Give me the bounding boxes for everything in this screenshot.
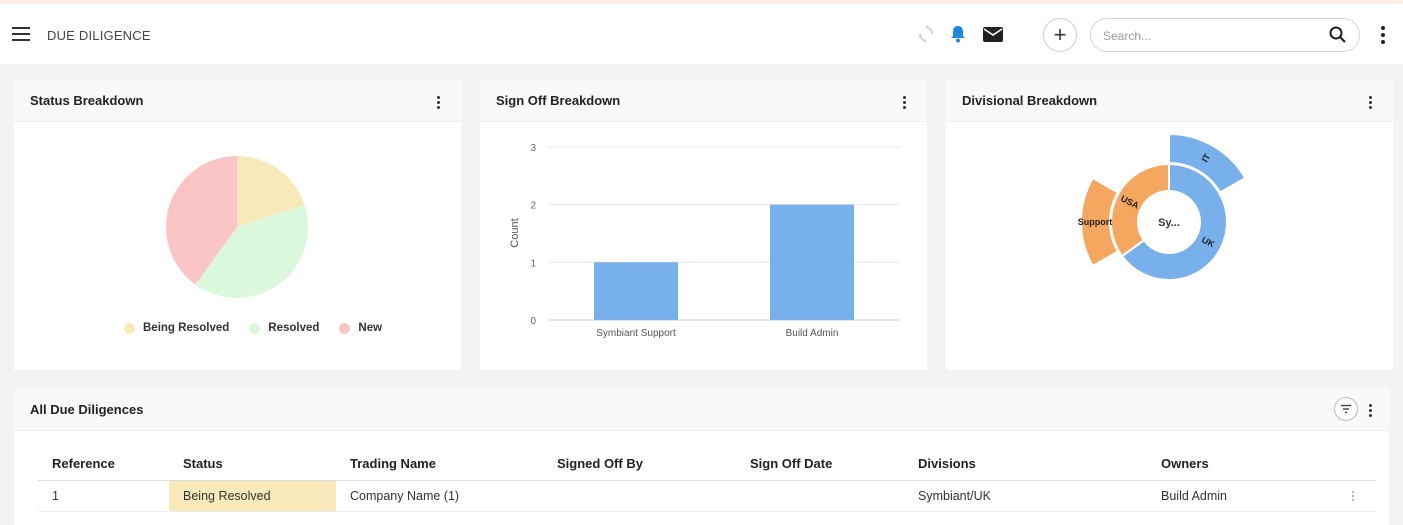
more-vert-icon[interactable]	[1376, 26, 1390, 46]
status-legend: Being Resolved Resolved New	[124, 322, 402, 334]
column-header-status[interactable]: Status	[169, 448, 336, 481]
sunburst-label: Support	[1078, 217, 1113, 227]
card-menu-icon[interactable]	[434, 96, 442, 110]
column-header-divisions[interactable]: Divisions	[904, 448, 1147, 481]
card-header: Divisional Breakdown	[946, 80, 1393, 122]
card-title: All Due Diligences	[30, 402, 144, 417]
card-title: Status Breakdown	[30, 93, 144, 108]
card-menu-icon[interactable]	[1366, 96, 1374, 110]
legend-item-new[interactable]: New	[339, 322, 382, 334]
row-menu-icon[interactable]	[1351, 490, 1355, 501]
cell-reference: 1	[38, 480, 169, 512]
due-diligence-table: Reference Status Trading Name Signed Off…	[38, 448, 1376, 512]
card-title: Sign Off Breakdown	[496, 93, 621, 108]
divisional-breakdown-card: Divisional Breakdown Sy... IT UK USA Support	[946, 80, 1393, 370]
plus-icon: +	[1053, 22, 1067, 47]
y-axis-label: Count	[509, 218, 521, 247]
cell-trading-name: Company Name (1)	[336, 480, 543, 512]
menu-icon[interactable]	[12, 27, 30, 41]
search-icon[interactable]	[1329, 26, 1347, 49]
signoff-bar-chart: 0 1 2 3 Count Symbiant Support Build Admin	[509, 143, 900, 339]
sunburst-center-label: Sy...	[1158, 217, 1180, 229]
y-tick-label: 3	[530, 143, 536, 154]
table-header-row: Reference Status Trading Name Signed Off…	[38, 448, 1376, 481]
legend-item-resolved[interactable]: Resolved	[249, 322, 319, 334]
card-header: Sign Off Breakdown	[480, 80, 927, 122]
column-header-actions	[1337, 448, 1376, 481]
card-header: All Due Diligences	[14, 389, 1389, 431]
bar[interactable]	[770, 204, 854, 320]
x-tick-label: Symbiant Support	[596, 328, 676, 339]
legend-swatch	[124, 322, 135, 334]
status-breakdown-card: Status Breakdown Being Resolved Resolved…	[14, 80, 461, 370]
cell-signed-off-by	[543, 480, 736, 512]
column-header-signed-off-by[interactable]: Signed Off By	[543, 448, 736, 481]
column-header-sign-off-date[interactable]: Sign Off Date	[736, 448, 904, 481]
card-title: Divisional Breakdown	[962, 93, 1098, 108]
bar[interactable]	[594, 262, 678, 320]
column-header-owners[interactable]: Owners	[1147, 448, 1337, 481]
cell-sign-off-date	[736, 480, 904, 512]
legend-swatch	[249, 322, 261, 334]
table-row[interactable]: 1 Being Resolved Company Name (1) Symbia…	[38, 480, 1376, 512]
y-tick-label: 2	[530, 201, 536, 212]
y-tick-label: 1	[530, 258, 536, 269]
search-field[interactable]	[1090, 18, 1360, 52]
legend-item-being-resolved[interactable]: Being Resolved	[124, 322, 229, 334]
y-tick-label: 0	[530, 316, 536, 327]
divisional-sunburst-chart: Sy...ITUKUSASupport	[1078, 132, 1247, 281]
search-input[interactable]	[1103, 26, 1303, 46]
add-button[interactable]: +	[1043, 18, 1077, 52]
column-header-reference[interactable]: Reference	[38, 448, 169, 481]
legend-label: Being Resolved	[143, 322, 230, 334]
cell-actions	[1337, 480, 1376, 512]
signoff-breakdown-card: Sign Off Breakdown 0 1 2 3 Count Symbiant Sup…	[480, 80, 927, 370]
card-header: Status Breakdown	[14, 80, 461, 122]
mail-icon[interactable]	[981, 22, 1005, 46]
filter-icon	[1341, 404, 1351, 414]
page-title: DUE DILIGENCE	[47, 28, 151, 43]
cell-divisions: Symbiant/UK	[904, 480, 1147, 512]
legend-swatch	[339, 322, 351, 334]
cell-status: Being Resolved	[169, 480, 336, 512]
bell-icon[interactable]	[946, 22, 970, 46]
legend-label: New	[358, 322, 383, 334]
legend-label: Resolved	[268, 322, 320, 334]
table-menu-icon[interactable]	[1366, 404, 1374, 418]
top-bar: DUE DILIGENCE +	[0, 0, 1403, 64]
x-tick-label: Build Admin	[786, 328, 839, 339]
sync-icon[interactable]	[914, 22, 938, 46]
card-menu-icon[interactable]	[900, 96, 908, 110]
cell-owners: Build Admin	[1147, 480, 1337, 512]
column-header-trading-name[interactable]: Trading Name	[336, 448, 543, 481]
filter-button[interactable]	[1334, 397, 1358, 421]
